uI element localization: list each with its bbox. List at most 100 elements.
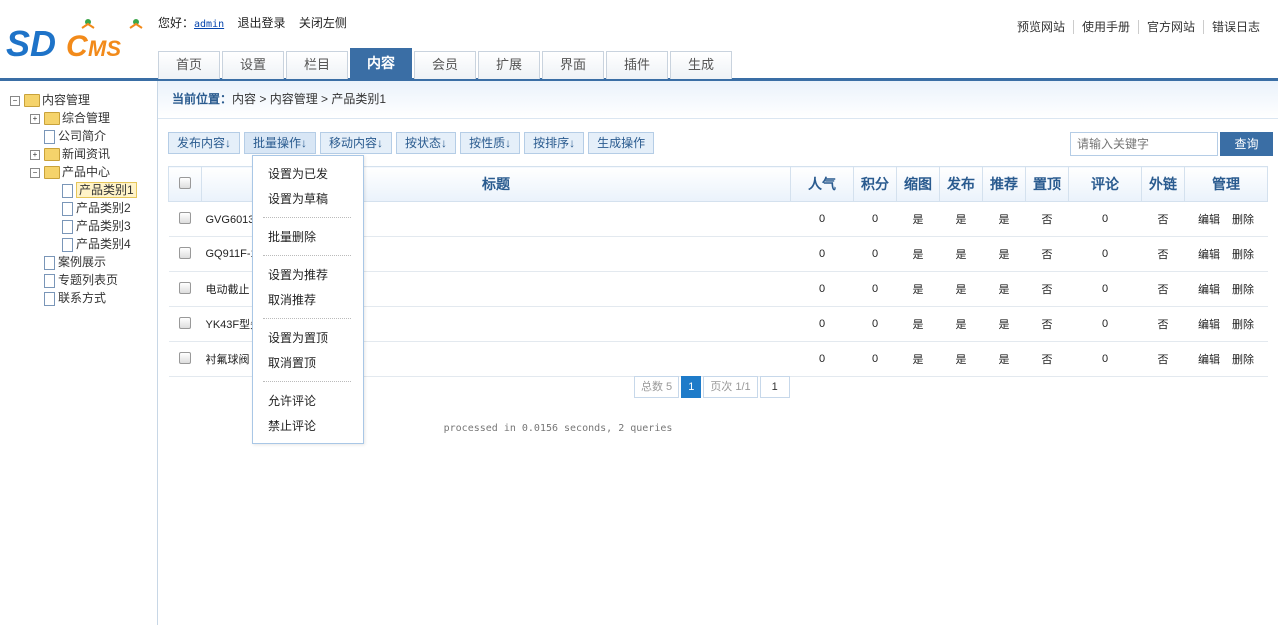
tree-item-category1[interactable]: 产品类别1 (10, 181, 137, 199)
row-thumb[interactable]: 是 (896, 306, 940, 342)
manual-link[interactable]: 使用手册 (1072, 20, 1138, 34)
col-points[interactable]: 积分 (853, 166, 897, 202)
pager-current-page[interactable]: 1 (681, 376, 702, 398)
tree-root-label: 内容管理 (42, 93, 91, 107)
menu-cancel-recommended[interactable]: 取消推荐 (268, 291, 316, 308)
col-top[interactable]: 置顶 (1025, 166, 1069, 202)
filter-status-button[interactable]: 按状态↓ (396, 132, 457, 154)
expand-icon[interactable]: + (30, 149, 40, 160)
search-input[interactable] (1070, 132, 1218, 156)
search-button[interactable]: 查询 (1220, 132, 1273, 156)
logout-link[interactable]: 退出登录 (237, 16, 285, 30)
expand-icon[interactable]: + (30, 113, 40, 124)
delete-link[interactable]: 删除 (1232, 249, 1254, 261)
menu-allow-comments[interactable]: 允许评论 (268, 392, 316, 409)
row-checkbox[interactable] (179, 351, 191, 364)
col-recommended[interactable]: 推荐 (982, 166, 1026, 202)
menu-cancel-top[interactable]: 取消置顶 (268, 354, 316, 371)
pager-pages: 页次 1/1 (703, 376, 758, 398)
tree-item-products[interactable]: − 产品中心 (10, 163, 137, 181)
menu-batch-delete[interactable]: 批量删除 (268, 228, 316, 245)
publish-content-button[interactable]: 发布内容↓ (168, 132, 241, 154)
move-content-button[interactable]: 移动内容↓ (320, 132, 393, 154)
row-thumb[interactable]: 是 (896, 341, 940, 377)
row-top[interactable]: 否 (1025, 271, 1069, 307)
delete-link[interactable]: 删除 (1232, 284, 1254, 296)
row-checkbox[interactable] (179, 281, 191, 294)
tab-interface[interactable]: 界面 (542, 51, 604, 79)
edit-link[interactable]: 编辑 (1198, 214, 1220, 226)
col-comments[interactable]: 评论 (1068, 166, 1142, 202)
tree-root[interactable]: − 内容管理 (10, 91, 137, 109)
sdcms-logo[interactable]: SD C MS (6, 16, 150, 68)
tree-item-news[interactable]: + 新闻资讯 (10, 145, 137, 163)
menu-set-recommended[interactable]: 设置为推荐 (268, 266, 328, 283)
edit-link[interactable]: 编辑 (1198, 354, 1220, 366)
row-published[interactable]: 是 (939, 236, 983, 272)
menu-set-published[interactable]: 设置为已发 (268, 165, 328, 182)
tree-item-category3[interactable]: 产品类别3 (10, 217, 137, 235)
menu-set-draft[interactable]: 设置为草稿 (268, 190, 328, 207)
delete-link[interactable]: 删除 (1232, 354, 1254, 366)
delete-link[interactable]: 删除 (1232, 214, 1254, 226)
user-link[interactable]: admin (194, 19, 224, 30)
col-published[interactable]: 发布 (939, 166, 983, 202)
row-recommended[interactable]: 是 (982, 341, 1026, 377)
menu-set-top[interactable]: 设置为置顶 (268, 329, 328, 346)
tree-item-category2[interactable]: 产品类别2 (10, 199, 137, 217)
row-thumb[interactable]: 是 (896, 271, 940, 307)
collapse-icon[interactable]: − (10, 95, 20, 106)
row-published[interactable]: 是 (939, 201, 983, 237)
row-checkbox[interactable] (179, 211, 191, 224)
filter-property-button[interactable]: 按性质↓ (460, 132, 521, 154)
row-top[interactable]: 否 (1025, 201, 1069, 237)
tab-members[interactable]: 会员 (414, 51, 476, 79)
sort-button[interactable]: 按排序↓ (524, 132, 585, 154)
row-top[interactable]: 否 (1025, 341, 1069, 377)
row-checkbox[interactable] (179, 316, 191, 329)
batch-operation-dropdown: 设置为已发 设置为草稿 批量删除 设置为推荐 取消推荐 设置为置顶 取消置顶 允… (252, 155, 364, 444)
edit-link[interactable]: 编辑 (1198, 319, 1220, 331)
row-published[interactable]: 是 (939, 306, 983, 342)
row-checkbox[interactable] (179, 246, 191, 259)
row-recommended[interactable]: 是 (982, 236, 1026, 272)
tree-item-topics[interactable]: 专题列表页 (10, 271, 137, 289)
col-thumb[interactable]: 缩图 (896, 166, 940, 202)
preview-site-link[interactable]: 预览网站 (1009, 20, 1073, 34)
row-published[interactable]: 是 (939, 341, 983, 377)
row-thumb[interactable]: 是 (896, 201, 940, 237)
row-published[interactable]: 是 (939, 271, 983, 307)
tab-content[interactable]: 内容 (350, 48, 412, 79)
menu-disable-comments[interactable]: 禁止评论 (268, 417, 316, 434)
tab-home[interactable]: 首页 (158, 51, 220, 79)
tree-item-about[interactable]: 公司简介 (10, 127, 137, 145)
row-recommended[interactable]: 是 (982, 271, 1026, 307)
tree-item-category4[interactable]: 产品类别4 (10, 235, 137, 253)
row-recommended[interactable]: 是 (982, 306, 1026, 342)
tree-item-general[interactable]: + 综合管理 (10, 109, 137, 127)
tab-generate[interactable]: 生成 (670, 51, 732, 79)
tab-plugins[interactable]: 插件 (606, 51, 668, 79)
error-log-link[interactable]: 错误日志 (1202, 20, 1268, 34)
generate-button[interactable]: 生成操作 (588, 132, 655, 154)
row-thumb[interactable]: 是 (896, 236, 940, 272)
col-views[interactable]: 人气 (790, 166, 854, 202)
delete-link[interactable]: 删除 (1232, 319, 1254, 331)
row-top[interactable]: 否 (1025, 306, 1069, 342)
tab-settings[interactable]: 设置 (222, 51, 284, 79)
row-top[interactable]: 否 (1025, 236, 1069, 272)
tree-item-cases[interactable]: 案例展示 (10, 253, 137, 271)
tab-columns[interactable]: 栏目 (286, 51, 348, 79)
pager-jump-input[interactable]: 1 (759, 376, 790, 398)
official-site-link[interactable]: 官方网站 (1137, 20, 1203, 34)
tab-extensions[interactable]: 扩展 (478, 51, 540, 79)
col-link[interactable]: 外链 (1141, 166, 1185, 202)
collapse-icon[interactable]: − (30, 167, 40, 178)
row-recommended[interactable]: 是 (982, 201, 1026, 237)
tree-item-contact[interactable]: 联系方式 (10, 289, 137, 307)
edit-link[interactable]: 编辑 (1198, 284, 1220, 296)
close-left-link[interactable]: 关闭左侧 (299, 16, 347, 30)
batch-operation-button[interactable]: 批量操作↓ (244, 132, 317, 154)
select-all-checkbox[interactable] (179, 177, 191, 189)
edit-link[interactable]: 编辑 (1198, 249, 1220, 261)
